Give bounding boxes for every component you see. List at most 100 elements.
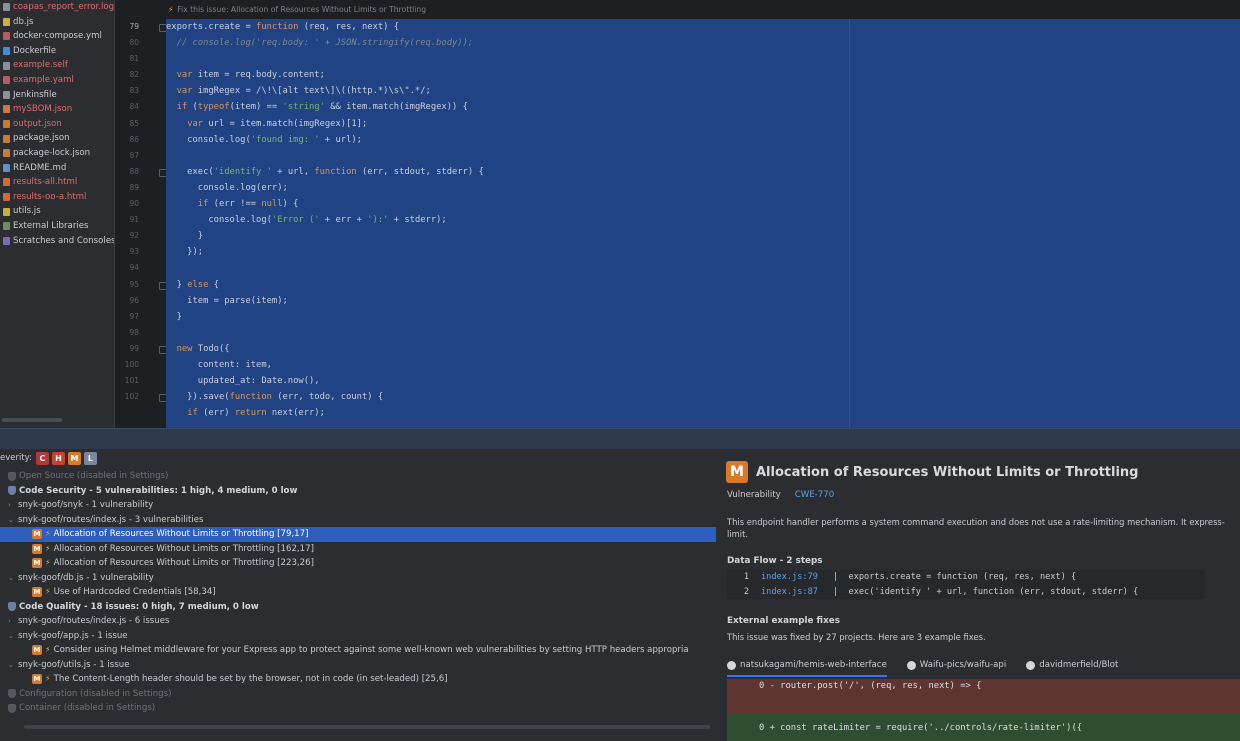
data-flow-row[interactable]: 1 index.js:79 | exports.create = function …: [727, 570, 1205, 585]
project-tree-item[interactable]: db.js: [0, 15, 114, 30]
chevron-icon[interactable]: ›: [8, 498, 15, 513]
chevron-icon[interactable]: ⌄: [8, 513, 15, 528]
project-tree-item-label: output.json: [13, 118, 62, 129]
code-line[interactable]: if (err) return next(err);: [166, 405, 1240, 421]
issue-tree-row[interactable]: M ⚡ Use of Hardcoded Credentials [58,34]: [0, 585, 716, 600]
issue-tree-row[interactable]: › snyk-goof/snyk - 1 vulnerability: [0, 498, 716, 513]
code-line[interactable]: var url = item.match(imgRegex)[1];: [166, 116, 1240, 132]
code-line[interactable]: }: [166, 309, 1240, 325]
code-line[interactable]: exec('identify ' + url, function (err, s…: [166, 164, 1240, 180]
project-tree-item[interactable]: example.yaml: [0, 73, 114, 88]
code-line[interactable]: updated_at: Date.now(),: [166, 373, 1240, 389]
issue-tree-row[interactable]: Code Security - 5 vulnerabilities: 1 hig…: [0, 484, 716, 499]
project-tree-item[interactable]: docker-compose.yml: [0, 29, 114, 44]
line-number: 83: [129, 86, 139, 96]
horizontal-scrollbar[interactable]: [24, 725, 710, 729]
bolt-icon: ⚡: [45, 645, 51, 654]
issue-tree-row[interactable]: ⌄ snyk-goof/db.js - 1 vulnerability: [0, 571, 716, 586]
chevron-icon[interactable]: ⌄: [8, 658, 15, 673]
issues-panel: everity: CHML Open Source (disabled in S…: [0, 449, 716, 741]
issue-tree-row[interactable]: M ⚡ Consider using Helmet middleware for y…: [0, 643, 716, 658]
chevron-icon[interactable]: ⌄: [8, 571, 15, 586]
issue-tree-row[interactable]: ⌄ snyk-goof/app.js - 1 issue: [0, 629, 716, 644]
project-tree-item[interactable]: package-lock.json: [0, 146, 114, 161]
medium-severity-filter[interactable]: M: [67, 451, 81, 465]
project-tree-item[interactable]: output.json: [0, 117, 114, 132]
example-fix-tab[interactable]: natsukagami/hemis-web-interface: [727, 655, 887, 677]
project-tree-item[interactable]: mySBOM.json: [0, 102, 114, 117]
project-tree-item[interactable]: coapas_report_error.log: [0, 0, 114, 15]
code-line[interactable]: [166, 260, 1240, 276]
code-line[interactable]: content: item,: [166, 357, 1240, 373]
code-line[interactable]: } else {: [166, 277, 1240, 293]
code-line[interactable]: // console.log('req.body: ' + JSON.strin…: [166, 35, 1240, 51]
project-tree-item[interactable]: results-oo-a.html: [0, 190, 114, 205]
project-tree-item[interactable]: Scratches and Consoles: [0, 234, 114, 249]
chevron-icon[interactable]: ⌄: [8, 629, 15, 644]
data-flow-row[interactable]: 2 index.js:87 | exec('identify ' + url, fu…: [727, 585, 1205, 600]
issue-tree-row[interactable]: ⌄ snyk-goof/routes/index.js - 3 vulnerabi…: [0, 513, 716, 528]
project-tree-item[interactable]: results-all.html: [0, 175, 114, 190]
chevron-icon[interactable]: ›: [8, 614, 15, 629]
project-tree-item[interactable]: package.json: [0, 131, 114, 146]
code-line[interactable]: new Todo({: [166, 341, 1240, 357]
tree-scrollbar[interactable]: [2, 418, 62, 422]
panel-splitter[interactable]: [0, 428, 1240, 450]
shield-icon: [8, 689, 16, 699]
code-token: console.log(err);: [166, 182, 288, 193]
issue-tree-row[interactable]: Code Quality - 18 issues: 0 high, 7 medi…: [0, 600, 716, 615]
code-line[interactable]: }).save(function (err, todo, count) {: [166, 389, 1240, 405]
issues-tree[interactable]: Open Source (disabled in Settings) Code S…: [0, 469, 716, 716]
code-line[interactable]: item = parse(item);: [166, 293, 1240, 309]
code-line[interactable]: [166, 325, 1240, 341]
data-flow-location-link[interactable]: index.js:87: [761, 585, 833, 600]
example-fix-tab[interactable]: Waifu-pics/waifu-api: [906, 655, 1006, 675]
code-line[interactable]: exports.create = function (req, res, nex…: [166, 19, 1240, 35]
code-line[interactable]: var imgRegex = /\!\[alt text\]\((http.*)…: [166, 83, 1240, 99]
issue-tree-row[interactable]: M ⚡ Allocation of Resources Without Limits…: [0, 556, 716, 571]
issue-tree-row[interactable]: Container (disabled in Settings): [0, 701, 716, 716]
external-fixes-summary: This issue was fixed by 27 projects. Her…: [727, 632, 986, 642]
code-lines[interactable]: exports.create = function (req, res, nex…: [166, 19, 1240, 421]
project-tree-item[interactable]: example.self: [0, 58, 114, 73]
example-fix-tab[interactable]: davidmerfield/Blot: [1026, 655, 1118, 675]
code-token: item = req.body.content;: [192, 70, 325, 81]
code-token: imgRegex = /\!\[alt text\]\((http.*)\s\"…: [192, 86, 431, 97]
project-tree-item[interactable]: README.md: [0, 161, 114, 176]
issue-tree-row[interactable]: M ⚡ Allocation of Resources Without Limits…: [0, 527, 716, 542]
code-editor[interactable]: ⚡ Fix this issue: Allocation of Resource…: [166, 0, 1240, 428]
issue-title-row: M Allocation of Resources Without Limits…: [726, 461, 1138, 483]
code-line[interactable]: if (err !== null) {: [166, 196, 1240, 212]
code-line[interactable]: console.log('Error (' + err + '):' + std…: [166, 212, 1240, 228]
project-tree-item[interactable]: utils.js: [0, 204, 114, 219]
fix-hint-text[interactable]: Fix this issue: Allocation of Resources …: [177, 0, 426, 21]
issue-tree-row[interactable]: Open Source (disabled in Settings): [0, 469, 716, 484]
code-line[interactable]: });: [166, 244, 1240, 260]
critical-severity-filter[interactable]: C: [35, 451, 49, 465]
code-line[interactable]: }: [166, 228, 1240, 244]
line-number: 92: [129, 231, 139, 241]
issue-tree-row[interactable]: Configuration (disabled in Settings): [0, 687, 716, 702]
code-line[interactable]: if (typeof(item) == 'string' && item.mat…: [166, 99, 1240, 115]
high-severity-filter[interactable]: H: [51, 451, 65, 465]
code-line[interactable]: console.log(err);: [166, 180, 1240, 196]
project-tree-item[interactable]: External Libraries: [0, 219, 114, 234]
issue-tree-row[interactable]: M ⚡ Allocation of Resources Without Limits…: [0, 542, 716, 557]
code-token: }: [166, 231, 204, 242]
code-line[interactable]: [166, 51, 1240, 67]
issue-tree-row[interactable]: ⌄ snyk-goof/utils.js - 1 issue: [0, 658, 716, 673]
cwe-link[interactable]: CWE-770: [795, 490, 834, 500]
low-severity-filter[interactable]: L: [83, 451, 97, 465]
fix-hint-bar[interactable]: ⚡ Fix this issue: Allocation of Resource…: [166, 0, 1240, 19]
issue-tree-label: snyk-goof/utils.js - 1 issue: [18, 659, 130, 670]
code-line[interactable]: [166, 148, 1240, 164]
code-line[interactable]: console.log('found img: ' + url);: [166, 132, 1240, 148]
issue-tree-row[interactable]: › snyk-goof/routes/index.js - 6 issues: [0, 614, 716, 629]
data-flow-location-link[interactable]: index.js:79: [761, 570, 833, 585]
code-line[interactable]: var item = req.body.content;: [166, 67, 1240, 83]
project-tree-item[interactable]: Dockerfile: [0, 44, 114, 59]
issue-tree-row[interactable]: M ⚡ The Content-Length header should be se…: [0, 672, 716, 687]
project-tree-item[interactable]: Jenkinsfile: [0, 88, 114, 103]
